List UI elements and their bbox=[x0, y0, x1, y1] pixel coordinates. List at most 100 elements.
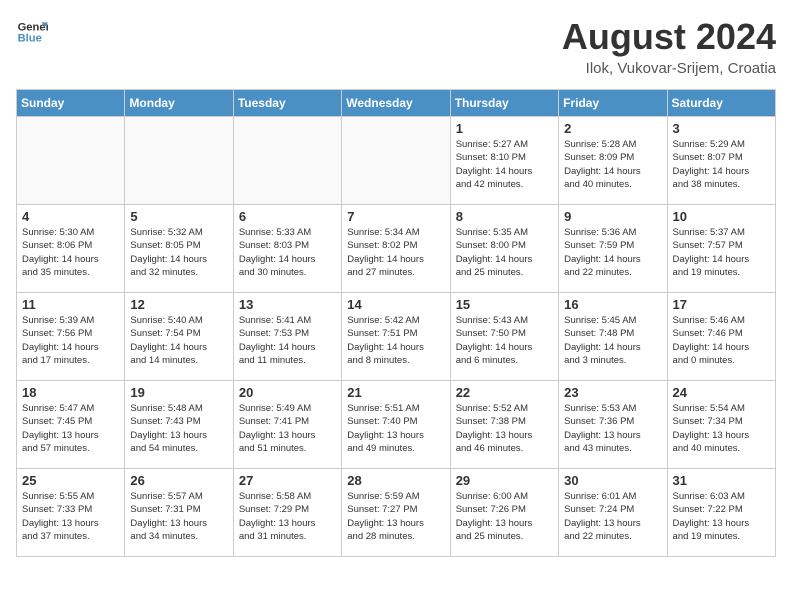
calendar-cell: 11 Sunrise: 5:39 AM Sunset: 7:56 PM Dayli… bbox=[17, 293, 125, 381]
day-number: 13 bbox=[239, 297, 336, 312]
day-number: 30 bbox=[564, 473, 661, 488]
calendar-body: 1 Sunrise: 5:27 AM Sunset: 8:10 PM Daylig… bbox=[17, 117, 776, 557]
calendar-cell: 6 Sunrise: 5:33 AM Sunset: 8:03 PM Daylig… bbox=[233, 205, 341, 293]
day-number: 31 bbox=[673, 473, 770, 488]
calendar-cell bbox=[342, 117, 450, 205]
calendar-week-row: 4 Sunrise: 5:30 AM Sunset: 8:06 PM Daylig… bbox=[17, 205, 776, 293]
day-info: Sunrise: 6:01 AM Sunset: 7:24 PM Dayligh… bbox=[564, 490, 661, 543]
calendar-cell: 4 Sunrise: 5:30 AM Sunset: 8:06 PM Daylig… bbox=[17, 205, 125, 293]
day-number: 4 bbox=[22, 209, 119, 224]
title-block: August 2024 Ilok, Vukovar-Srijem, Croati… bbox=[562, 16, 776, 77]
day-number: 12 bbox=[130, 297, 227, 312]
calendar-cell: 7 Sunrise: 5:34 AM Sunset: 8:02 PM Daylig… bbox=[342, 205, 450, 293]
day-info: Sunrise: 5:45 AM Sunset: 7:48 PM Dayligh… bbox=[564, 314, 661, 367]
day-info: Sunrise: 5:42 AM Sunset: 7:51 PM Dayligh… bbox=[347, 314, 444, 367]
weekday-header-row: SundayMondayTuesdayWednesdayThursdayFrid… bbox=[17, 90, 776, 117]
calendar-cell: 25 Sunrise: 5:55 AM Sunset: 7:33 PM Dayli… bbox=[17, 469, 125, 557]
day-number: 3 bbox=[673, 121, 770, 136]
day-info: Sunrise: 5:33 AM Sunset: 8:03 PM Dayligh… bbox=[239, 226, 336, 279]
calendar-cell: 22Sunrise: 5:52 AM Sunset: 7:38 PM Dayli… bbox=[450, 381, 558, 469]
calendar-week-row: 25 Sunrise: 5:55 AM Sunset: 7:33 PM Dayli… bbox=[17, 469, 776, 557]
day-number: 14 bbox=[347, 297, 444, 312]
day-number: 18 bbox=[22, 385, 119, 400]
weekday-label: Tuesday bbox=[233, 90, 341, 117]
day-number: 8 bbox=[456, 209, 553, 224]
day-info: Sunrise: 5:35 AM Sunset: 8:00 PM Dayligh… bbox=[456, 226, 553, 279]
day-number: 23 bbox=[564, 385, 661, 400]
calendar-cell: 21Sunrise: 5:51 AM Sunset: 7:40 PM Dayli… bbox=[342, 381, 450, 469]
calendar-cell: 30 Sunrise: 6:01 AM Sunset: 7:24 PM Dayli… bbox=[559, 469, 667, 557]
calendar-cell bbox=[125, 117, 233, 205]
calendar-cell: 17Sunrise: 5:46 AM Sunset: 7:46 PM Dayli… bbox=[667, 293, 775, 381]
logo-icon: General Blue bbox=[16, 16, 48, 48]
day-number: 20 bbox=[239, 385, 336, 400]
day-number: 16 bbox=[564, 297, 661, 312]
day-number: 25 bbox=[22, 473, 119, 488]
day-number: 24 bbox=[673, 385, 770, 400]
day-info: Sunrise: 5:55 AM Sunset: 7:33 PM Dayligh… bbox=[22, 490, 119, 543]
day-info: Sunrise: 5:53 AM Sunset: 7:36 PM Dayligh… bbox=[564, 402, 661, 455]
calendar-cell: 2Sunrise: 5:28 AM Sunset: 8:09 PM Daylig… bbox=[559, 117, 667, 205]
weekday-label: Monday bbox=[125, 90, 233, 117]
calendar-cell: 16 Sunrise: 5:45 AM Sunset: 7:48 PM Dayli… bbox=[559, 293, 667, 381]
calendar-cell: 1 Sunrise: 5:27 AM Sunset: 8:10 PM Daylig… bbox=[450, 117, 558, 205]
day-number: 15 bbox=[456, 297, 553, 312]
day-info: Sunrise: 5:43 AM Sunset: 7:50 PM Dayligh… bbox=[456, 314, 553, 367]
day-number: 27 bbox=[239, 473, 336, 488]
calendar-cell: 12 Sunrise: 5:40 AM Sunset: 7:54 PM Dayli… bbox=[125, 293, 233, 381]
day-number: 6 bbox=[239, 209, 336, 224]
calendar-cell: 15 Sunrise: 5:43 AM Sunset: 7:50 PM Dayli… bbox=[450, 293, 558, 381]
calendar-cell: 8 Sunrise: 5:35 AM Sunset: 8:00 PM Daylig… bbox=[450, 205, 558, 293]
day-number: 17 bbox=[673, 297, 770, 312]
day-number: 10 bbox=[673, 209, 770, 224]
calendar-cell bbox=[233, 117, 341, 205]
day-info: Sunrise: 5:34 AM Sunset: 8:02 PM Dayligh… bbox=[347, 226, 444, 279]
day-info: Sunrise: 5:30 AM Sunset: 8:06 PM Dayligh… bbox=[22, 226, 119, 279]
location: Ilok, Vukovar-Srijem, Croatia bbox=[562, 60, 776, 77]
calendar-cell: 10 Sunrise: 5:37 AM Sunset: 7:57 PM Dayli… bbox=[667, 205, 775, 293]
calendar-cell: 27 Sunrise: 5:58 AM Sunset: 7:29 PM Dayli… bbox=[233, 469, 341, 557]
day-number: 1 bbox=[456, 121, 553, 136]
day-number: 9 bbox=[564, 209, 661, 224]
calendar-cell: 31Sunrise: 6:03 AM Sunset: 7:22 PM Dayli… bbox=[667, 469, 775, 557]
calendar-cell bbox=[17, 117, 125, 205]
day-info: Sunrise: 5:40 AM Sunset: 7:54 PM Dayligh… bbox=[130, 314, 227, 367]
day-info: Sunrise: 5:32 AM Sunset: 8:05 PM Dayligh… bbox=[130, 226, 227, 279]
page-header: General Blue August 2024 Ilok, Vukovar-S… bbox=[16, 16, 776, 77]
day-info: Sunrise: 5:59 AM Sunset: 7:27 PM Dayligh… bbox=[347, 490, 444, 543]
day-number: 7 bbox=[347, 209, 444, 224]
day-info: Sunrise: 5:58 AM Sunset: 7:29 PM Dayligh… bbox=[239, 490, 336, 543]
day-info: Sunrise: 5:57 AM Sunset: 7:31 PM Dayligh… bbox=[130, 490, 227, 543]
day-number: 26 bbox=[130, 473, 227, 488]
weekday-label: Thursday bbox=[450, 90, 558, 117]
day-info: Sunrise: 5:47 AM Sunset: 7:45 PM Dayligh… bbox=[22, 402, 119, 455]
day-info: Sunrise: 5:48 AM Sunset: 7:43 PM Dayligh… bbox=[130, 402, 227, 455]
calendar-cell: 18 Sunrise: 5:47 AM Sunset: 7:45 PM Dayli… bbox=[17, 381, 125, 469]
day-info: Sunrise: 5:39 AM Sunset: 7:56 PM Dayligh… bbox=[22, 314, 119, 367]
calendar-cell: 23 Sunrise: 5:53 AM Sunset: 7:36 PM Dayli… bbox=[559, 381, 667, 469]
weekday-label: Friday bbox=[559, 90, 667, 117]
day-number: 5 bbox=[130, 209, 227, 224]
day-info: Sunrise: 5:37 AM Sunset: 7:57 PM Dayligh… bbox=[673, 226, 770, 279]
day-info: Sunrise: 5:27 AM Sunset: 8:10 PM Dayligh… bbox=[456, 138, 553, 191]
calendar-cell: 24Sunrise: 5:54 AM Sunset: 7:34 PM Dayli… bbox=[667, 381, 775, 469]
day-info: Sunrise: 5:51 AM Sunset: 7:40 PM Dayligh… bbox=[347, 402, 444, 455]
day-info: Sunrise: 5:28 AM Sunset: 8:09 PM Dayligh… bbox=[564, 138, 661, 191]
day-number: 29 bbox=[456, 473, 553, 488]
calendar-cell: 19Sunrise: 5:48 AM Sunset: 7:43 PM Dayli… bbox=[125, 381, 233, 469]
day-info: Sunrise: 5:52 AM Sunset: 7:38 PM Dayligh… bbox=[456, 402, 553, 455]
calendar-cell: 13Sunrise: 5:41 AM Sunset: 7:53 PM Dayli… bbox=[233, 293, 341, 381]
calendar-table: SundayMondayTuesdayWednesdayThursdayFrid… bbox=[16, 89, 776, 557]
calendar-week-row: 11 Sunrise: 5:39 AM Sunset: 7:56 PM Dayli… bbox=[17, 293, 776, 381]
logo: General Blue bbox=[16, 16, 48, 48]
weekday-label: Saturday bbox=[667, 90, 775, 117]
calendar-cell: 29 Sunrise: 6:00 AM Sunset: 7:26 PM Dayli… bbox=[450, 469, 558, 557]
day-info: Sunrise: 6:00 AM Sunset: 7:26 PM Dayligh… bbox=[456, 490, 553, 543]
calendar-cell: 5 Sunrise: 5:32 AM Sunset: 8:05 PM Daylig… bbox=[125, 205, 233, 293]
calendar-cell: 20Sunrise: 5:49 AM Sunset: 7:41 PM Dayli… bbox=[233, 381, 341, 469]
day-info: Sunrise: 5:36 AM Sunset: 7:59 PM Dayligh… bbox=[564, 226, 661, 279]
weekday-label: Sunday bbox=[17, 90, 125, 117]
calendar-week-row: 18 Sunrise: 5:47 AM Sunset: 7:45 PM Dayli… bbox=[17, 381, 776, 469]
day-number: 11 bbox=[22, 297, 119, 312]
calendar-cell: 26 Sunrise: 5:57 AM Sunset: 7:31 PM Dayli… bbox=[125, 469, 233, 557]
